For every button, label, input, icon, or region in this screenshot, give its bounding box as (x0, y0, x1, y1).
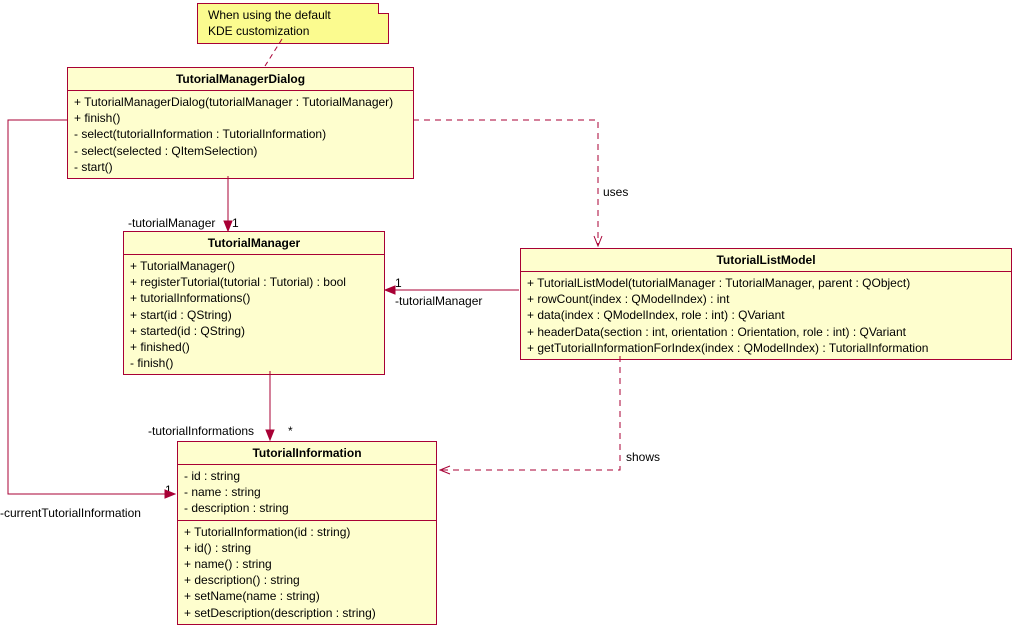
class-tutoriallistmodel: TutorialListModel + TutorialListModel(tu… (520, 248, 1012, 360)
note-line-2: KDE customization (208, 24, 378, 40)
member: + TutorialManager() (130, 258, 378, 274)
member: + id() : string (184, 540, 430, 556)
member: + setDescription(description : string) (184, 605, 430, 621)
class-tutorialinformation: TutorialInformation - id : string - name… (177, 441, 437, 625)
note-kde-customization: When using the default KDE customization (197, 3, 389, 44)
attribute: - id : string (184, 468, 430, 484)
member: + rowCount(index : QModelIndex) : int (527, 291, 1005, 307)
member: + started(id : QString) (130, 323, 378, 339)
member: + data(index : QModelIndex, role : int) … (527, 307, 1005, 323)
label-mult-1c: 1 (165, 483, 172, 497)
member: + tutorialInformations() (130, 290, 378, 306)
class-tutorialmanager: TutorialManager + TutorialManager() + re… (123, 231, 385, 375)
note-fold-corner (378, 3, 389, 14)
label-tutorialinformations: -tutorialInformations (148, 424, 254, 438)
member: + start(id : QString) (130, 307, 378, 323)
member: + TutorialInformation(id : string) (184, 524, 430, 540)
label-mult-star: * (288, 424, 293, 438)
class-title: TutorialManagerDialog (68, 68, 413, 91)
member: - select(tutorialInformation : TutorialI… (74, 126, 407, 142)
attribute: - description : string (184, 500, 430, 516)
member: + headerData(section : int, orientation … (527, 324, 1005, 340)
member: + description() : string (184, 572, 430, 588)
member: + finish() (74, 110, 407, 126)
label-currenttutorialinfo: -currentTutorialInformation (0, 506, 141, 520)
class-title: TutorialInformation (178, 442, 436, 465)
label-uses: uses (603, 185, 628, 199)
attribute: - name : string (184, 484, 430, 500)
label-mult-1b: 1 (395, 276, 402, 290)
label-mult-1a: 1 (232, 216, 239, 230)
member: + TutorialManagerDialog(tutorialManager … (74, 94, 407, 110)
member: - start() (74, 159, 407, 175)
member: - finish() (130, 355, 378, 371)
note-line-1: When using the default (208, 8, 378, 24)
label-tutorialmanager-1: -tutorialManager (128, 216, 215, 230)
member: + TutorialListModel(tutorialManager : Tu… (527, 275, 1005, 291)
member: - select(selected : QItemSelection) (74, 143, 407, 159)
class-title: TutorialListModel (521, 249, 1011, 272)
member: + finished() (130, 339, 378, 355)
member: + registerTutorial(tutorial : Tutorial) … (130, 274, 378, 290)
class-tutorialmanagerdialog: TutorialManagerDialog + TutorialManagerD… (67, 67, 414, 179)
member: + name() : string (184, 556, 430, 572)
label-tutorialmanager-2: -tutorialManager (395, 294, 482, 308)
class-title: TutorialManager (124, 232, 384, 255)
label-shows: shows (626, 450, 660, 464)
member: + setName(name : string) (184, 588, 430, 604)
member: + getTutorialInformationForIndex(index :… (527, 340, 1005, 356)
